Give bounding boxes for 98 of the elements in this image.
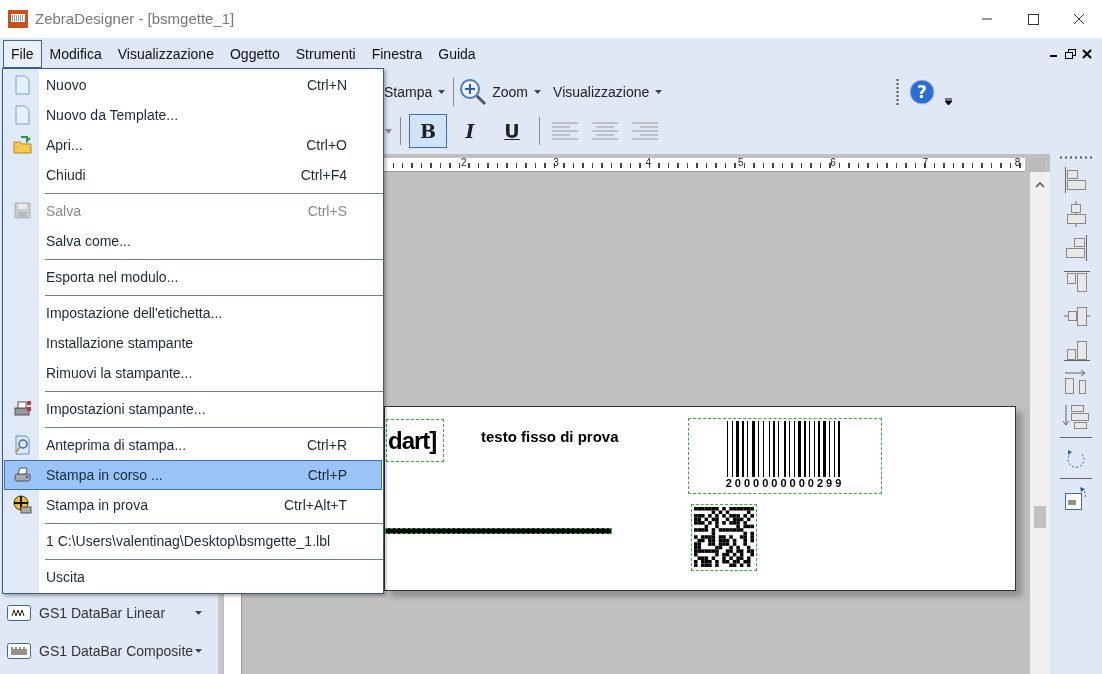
restore-icon[interactable]	[1065, 49, 1076, 59]
label-text: dart]	[388, 428, 437, 453]
label-canvas[interactable]: dart] testo fisso di prova 2000000000299	[384, 406, 1016, 591]
menu-item-label: Stampa in corso ...	[46, 465, 163, 485]
format-button[interactable]: I	[451, 114, 489, 148]
menu-item[interactable]: Nuovo Ctrl+N	[4, 70, 382, 100]
help-icon[interactable]: ?	[909, 79, 936, 105]
menu-item[interactable]: Apri... Ctrl+O	[4, 130, 382, 160]
menu-item[interactable]: Strumenti	[287, 40, 364, 68]
menu-item[interactable]: Stampa in prova Ctrl+Alt+T	[4, 490, 382, 520]
overflow-caret-icon[interactable]	[945, 97, 953, 105]
menu-item[interactable]: Rimuovi la stampante...	[4, 358, 382, 388]
menu-item[interactable]: Salva come...	[4, 226, 382, 256]
menu-item-label: Esporta nel modulo...	[46, 267, 179, 287]
menu-item[interactable]: Nuovo da Template...	[4, 100, 382, 130]
menu-item[interactable]: Chiudi Ctrl+F4	[4, 160, 382, 190]
menu-item-label: Chiudi	[46, 165, 86, 185]
printer-setup-icon	[13, 399, 32, 419]
menu-item-label: Impostazione dell'etichetta...	[46, 303, 223, 323]
text-object[interactable]: dart]	[386, 419, 444, 462]
preview-icon	[13, 435, 32, 455]
format-button[interactable]: U	[493, 114, 531, 148]
caret-icon[interactable]	[385, 128, 392, 134]
menu-item[interactable]: Guida	[430, 40, 484, 68]
menu-item[interactable]: Impostazione dell'etichetta...	[4, 298, 382, 328]
menu-item[interactable]: File	[3, 40, 42, 68]
label-text: testo fisso di prova	[481, 427, 619, 447]
document-icon	[13, 75, 32, 95]
menu-item-label: Nuovo da Template...	[46, 105, 179, 125]
vertical-scrollbar[interactable]	[1030, 172, 1050, 674]
printer-icon	[13, 465, 32, 485]
toolbar-grip-icon	[1060, 156, 1092, 159]
menu-item-label: Anteprima di stampa...	[46, 435, 187, 455]
line-object[interactable]	[385, 528, 612, 534]
distribute-vertical-icon[interactable]	[1062, 403, 1090, 431]
menu-item-label: Salva	[46, 201, 82, 221]
menu-item[interactable]: Installazione stampante	[4, 328, 382, 358]
barcode[interactable]: 2000000000299	[688, 418, 882, 494]
folder-icon	[13, 135, 32, 155]
menu-item[interactable]: Oggetto	[221, 40, 288, 68]
qr-code[interactable]	[691, 504, 757, 571]
window-title: ZebraDesigner - [bsmgette_1]	[35, 8, 235, 29]
toolbar-grip-icon	[896, 79, 900, 105]
ruler-number: 7	[922, 156, 929, 170]
menu-item-label: Uscita	[46, 567, 85, 587]
ruler-number: 6	[830, 156, 836, 170]
menu-item-label: Impostazioni stampante...	[46, 399, 206, 419]
ruler-number: 8	[1014, 156, 1021, 170]
shortcut-text: Ctrl+O	[306, 135, 347, 155]
ruler-number: 5	[737, 156, 744, 170]
menu-item-label: 1 C:\Users\valentinag\Desktop\bsmgette_1.lbl	[46, 531, 331, 551]
scroll-up-icon[interactable]	[1035, 182, 1045, 188]
app-icon	[8, 10, 28, 28]
menu-item-label: Apri...	[46, 135, 83, 155]
caret-icon	[655, 90, 663, 94]
zoom-dropdown[interactable]: Zoom	[492, 81, 542, 103]
caret-icon	[195, 611, 202, 615]
document-icon	[13, 105, 32, 125]
menu-item-label: Installazione stampante	[46, 333, 194, 353]
caret-icon	[438, 90, 446, 94]
menu-item-label: Stampa in prova	[46, 495, 148, 515]
scroll-thumb[interactable]	[1034, 506, 1046, 528]
caret-icon	[195, 649, 202, 653]
ruler-end	[1025, 158, 1045, 172]
shortcut-text: Ctrl+N	[306, 75, 347, 95]
ruler-number: 4	[645, 156, 652, 170]
caret-icon	[534, 90, 542, 94]
menu-item[interactable]: Visualizzazione	[109, 40, 222, 68]
menu-item[interactable]: Stampa in corso ... Ctrl+P	[4, 460, 382, 490]
test-print-icon	[13, 495, 32, 515]
ruler-number: 2	[461, 156, 467, 170]
object-tool[interactable]: GS1 DataBar Composite	[0, 632, 212, 670]
menu-item-label: Salva come...	[46, 231, 131, 251]
shortcut-text: Ctrl+P	[307, 465, 347, 485]
menu-item[interactable]: Esporta nel modulo...	[4, 262, 382, 292]
shortcut-text: Ctrl+F4	[300, 165, 347, 185]
print-dropdown[interactable]: Stampa	[384, 81, 450, 103]
barcode-icon	[7, 605, 31, 621]
zoom-icon[interactable]	[458, 77, 489, 107]
menu-item[interactable]: Impostazioni stampante...	[4, 394, 382, 424]
menu-item[interactable]: 1 C:\Users\valentinag\Desktop\bsmgette_1.lbl	[4, 526, 382, 556]
menu-item[interactable]: Finestra	[363, 40, 431, 68]
ruler-number: 3	[553, 156, 559, 170]
close-icon[interactable]	[1082, 49, 1092, 59]
object-tool[interactable]: GS1 DataBar Linear	[0, 594, 212, 632]
format-button[interactable]: B	[409, 114, 447, 148]
menu-item-label: Nuovo	[46, 75, 87, 95]
qr-code-drawing	[694, 507, 754, 567]
barcode-number: 2000000000299	[725, 478, 845, 489]
shortcut-text: Ctrl+Alt+T	[284, 495, 347, 515]
view-dropdown[interactable]: Visualizzazione	[553, 81, 663, 103]
shortcut-text: Ctrl+S	[307, 201, 347, 221]
menu-item-label: Rimuovi la stampante...	[46, 363, 193, 383]
menu-item[interactable]: Anteprima di stampa... Ctrl+R	[4, 430, 382, 460]
shortcut-text: Ctrl+R	[306, 435, 347, 455]
menu-item[interactable]: Uscita	[4, 562, 382, 592]
menu-item[interactable]: Modifica	[41, 40, 110, 68]
barcode-icon	[7, 643, 31, 659]
